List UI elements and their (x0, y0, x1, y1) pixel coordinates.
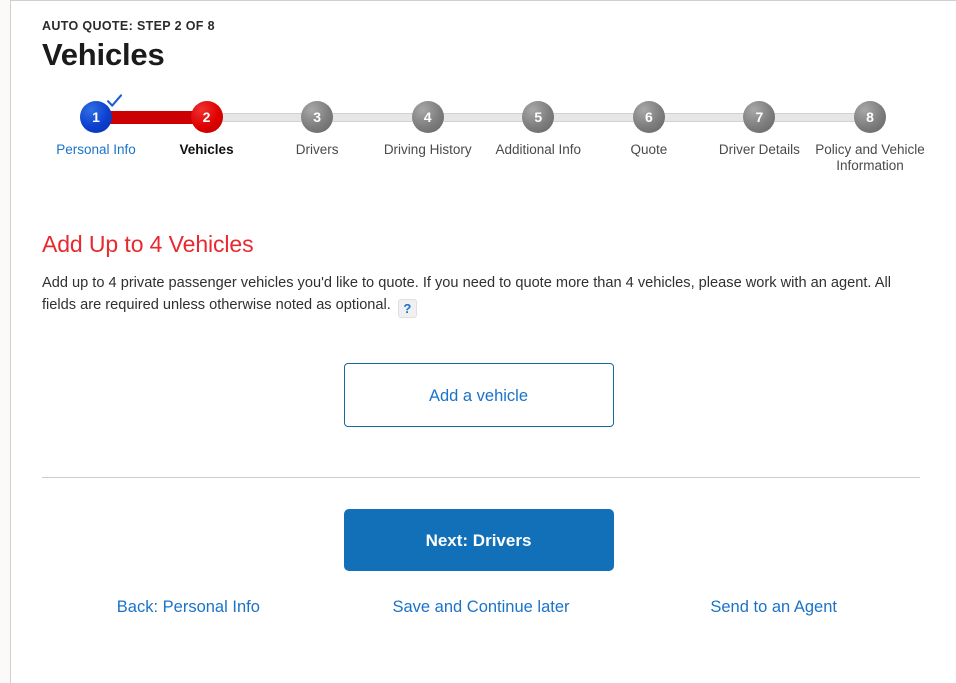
stepper-connector (544, 113, 643, 122)
footer-links: Back: Personal Info Save and Continue lat… (42, 598, 920, 617)
stepper-bubble-4: 4 (411, 101, 444, 133)
page-eyebrow: AUTO QUOTE: STEP 2 OF 8 (42, 19, 215, 33)
stepper-label-8: Policy and Vehicle Information (815, 142, 925, 173)
page-title: Vehicles (42, 37, 165, 72)
footer-link-slot: Send to an Agent (627, 598, 920, 617)
stepper-step-8: 8 Policy and Vehicle Information (814, 101, 926, 174)
stepper-label-7: Driver Details (718, 142, 800, 157)
stepper-bubble-5: 5 (522, 101, 555, 133)
stepper-step-2[interactable]: 2 Vehicles (151, 101, 263, 158)
stepper-bubble-3: 3 (301, 101, 334, 133)
progress-stepper: 1 Personal Info 2 Vehicles 3 Drivers 4 Driving … (40, 94, 925, 185)
stepper-label-2: Vehicles (179, 142, 234, 157)
section-description-text: Add up to 4 private passenger vehicles y… (42, 275, 891, 313)
footer-link-slot: Save and Continue later (335, 598, 628, 617)
page-gutter (0, 0, 10, 683)
stepper-step-5: 5 Additional Info (482, 101, 594, 158)
stepper-step-4: 4 Driving History (372, 101, 484, 158)
stepper-label-1[interactable]: Personal Info (40, 142, 152, 158)
next-drivers-button[interactable]: Next: Drivers (343, 509, 614, 571)
stepper-step-7: 7 Driver Details (703, 101, 815, 158)
help-icon[interactable]: ? (397, 299, 417, 318)
stepper-bubble-8: 8 (854, 101, 886, 133)
add-vehicle-button[interactable]: Add a vehicle (343, 363, 614, 427)
footer-link-2[interactable]: Save and Continue later (392, 598, 569, 616)
check-icon (106, 93, 123, 110)
stepper-bubble-7: 7 (743, 101, 776, 133)
stepper-step-6: 6 Quote (593, 101, 705, 158)
stepper-label-3: Drivers (295, 142, 339, 157)
stepper-connector (323, 113, 422, 122)
stepper-step-1[interactable]: 1 Personal Info (40, 94, 152, 158)
stepper-bubble-6: 6 (632, 101, 665, 133)
stepper-connector (433, 113, 533, 122)
footer-link-3[interactable]: Send to an Agent (710, 598, 837, 616)
stepper-connector (212, 113, 312, 122)
section-divider (42, 477, 920, 478)
add-vehicle-area: Add a vehicle (42, 363, 920, 427)
section-description: Add up to 4 private passenger vehicles y… (42, 272, 904, 318)
stepper-label-6: Quote (630, 142, 668, 157)
section-heading: Add Up to 4 Vehicles (42, 231, 254, 257)
stepper-label-4: Driving History (383, 142, 472, 157)
stepper-connector (765, 113, 864, 122)
stepper-bubble-2[interactable]: 2 (190, 101, 223, 133)
footer-link-slot: Back: Personal Info (42, 598, 335, 617)
stepper-label-5: Additional Info (495, 142, 582, 157)
quote-page: AUTO QUOTE: STEP 2 OF 8 Vehicles 1 Person… (11, 1, 956, 683)
stepper-connector (654, 113, 754, 122)
next-button-area: Next: Drivers (42, 509, 920, 571)
stepper-step-3: 3 Drivers (261, 101, 373, 158)
footer-link-1[interactable]: Back: Personal Info (117, 598, 260, 616)
stepper-connector (102, 111, 201, 124)
